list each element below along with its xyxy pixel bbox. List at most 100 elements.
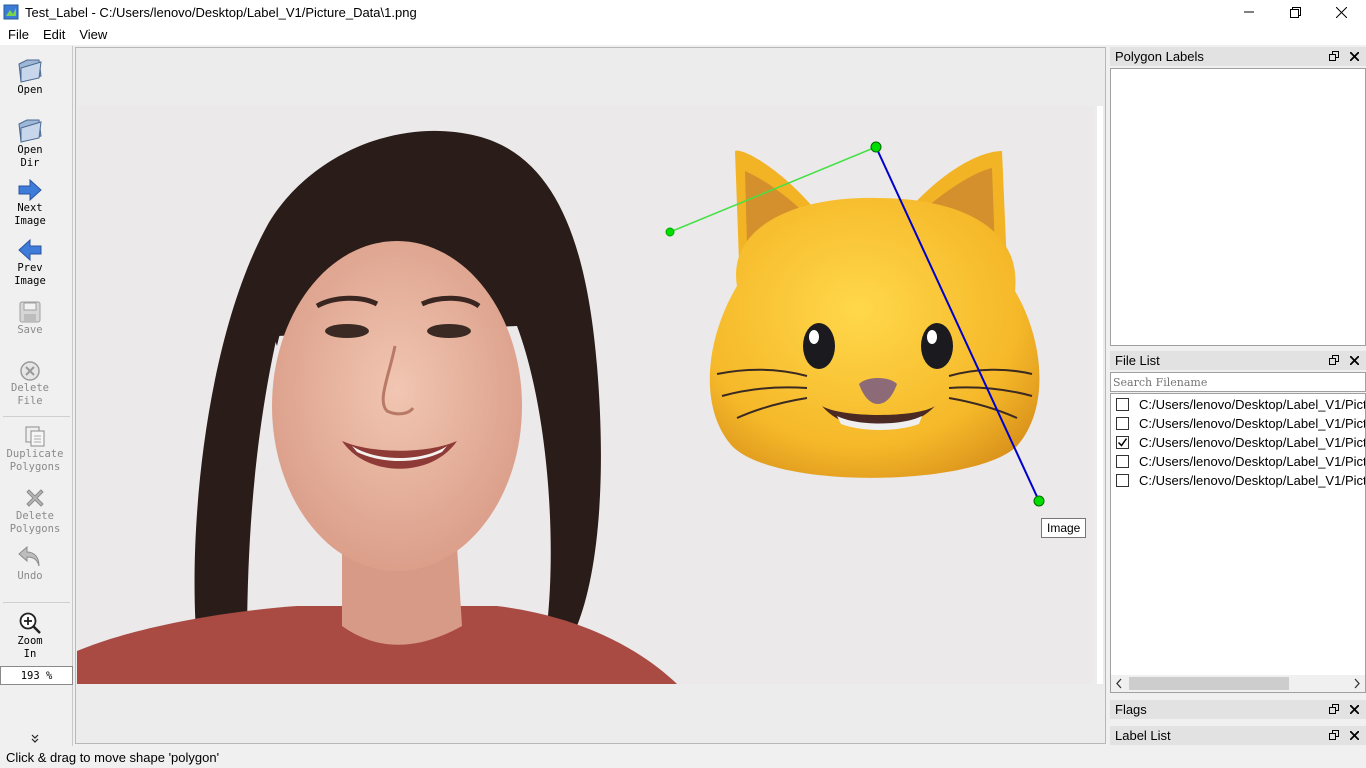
delete-polygons-button[interactable]: Delete Polygons	[5, 486, 65, 536]
toolbar-separator	[3, 602, 70, 603]
next-image-label: Next Image	[14, 202, 46, 227]
open-dir-icon	[18, 119, 42, 143]
label-list-dock-title[interactable]: Label List	[1110, 726, 1366, 745]
save-label: Save	[17, 324, 43, 336]
checkmark-icon	[1117, 438, 1128, 447]
minimize-button[interactable]	[1226, 0, 1272, 24]
delete-file-label: Delete File	[11, 382, 49, 407]
float-dock-button[interactable]	[1328, 728, 1340, 742]
float-dock-button[interactable]	[1328, 702, 1340, 716]
duplicate-polygons-button[interactable]: Duplicate Polygons	[5, 424, 65, 474]
save-button[interactable]: Save	[0, 300, 60, 337]
toolbar-separator	[3, 416, 70, 417]
undo-icon	[18, 545, 40, 567]
zoom-value-field[interactable]: 193 %	[0, 666, 73, 685]
open-button[interactable]: Open	[0, 56, 60, 97]
file-path: C:/Users/lenovo/Desktop/Label_V1/Pictu	[1139, 473, 1365, 488]
polygon-labels-dock-title: Polygon Labels	[1110, 47, 1366, 66]
file-list-item[interactable]: C:/Users/lenovo/Desktop/Label_V1/Pictu	[1111, 471, 1365, 490]
toolbar-extension-button[interactable]	[31, 734, 39, 747]
float-icon	[1329, 51, 1339, 61]
float-icon	[1329, 730, 1339, 740]
menu-bar: File Edit View	[0, 24, 1366, 45]
file-list[interactable]: C:/Users/lenovo/Desktop/Label_V1/Pictu C…	[1110, 393, 1366, 693]
close-dock-button[interactable]	[1348, 728, 1360, 742]
file-list-item[interactable]: C:/Users/lenovo/Desktop/Label_V1/Pictu	[1111, 395, 1365, 414]
polygon-labels-list[interactable]	[1110, 68, 1366, 346]
float-dock-button[interactable]	[1328, 49, 1340, 63]
polygon-overlay[interactable]	[76, 48, 1106, 744]
delete-circle-icon	[20, 361, 40, 381]
close-dock-button[interactable]	[1348, 353, 1360, 367]
menu-view[interactable]: View	[72, 27, 114, 42]
zoom-in-button[interactable]: Zoom In	[0, 611, 60, 661]
scroll-left-icon[interactable]	[1116, 678, 1122, 689]
next-image-button[interactable]: Next Image	[0, 178, 60, 228]
delete-file-button[interactable]: Delete File	[0, 360, 60, 408]
polygon-labels-title: Polygon Labels	[1115, 49, 1204, 64]
duplicate-polygons-label: Duplicate Polygons	[6, 448, 64, 473]
polygon-active-edge	[875, 146, 1040, 502]
file-list-item[interactable]: C:/Users/lenovo/Desktop/Label_V1/Pictu	[1111, 433, 1365, 452]
flags-title: Flags	[1115, 702, 1147, 717]
zoom-in-label: Zoom In	[17, 635, 43, 660]
file-list-dock-title: File List	[1110, 351, 1366, 370]
image-canvas[interactable]	[75, 47, 1106, 744]
file-path: C:/Users/lenovo/Desktop/Label_V1/Pictu	[1139, 435, 1365, 450]
file-list-title: File List	[1115, 353, 1160, 368]
file-list-item[interactable]: C:/Users/lenovo/Desktop/Label_V1/Pictu	[1111, 414, 1365, 433]
canvas-tooltip: Image	[1041, 518, 1087, 538]
file-list-item[interactable]: C:/Users/lenovo/Desktop/Label_V1/Pictu	[1111, 452, 1365, 471]
polygon-vertex[interactable]	[1033, 495, 1045, 507]
status-bar: Click & drag to move shape 'polygon'	[0, 747, 1366, 768]
open-dir-label: Open Dir	[17, 144, 43, 169]
close-dock-button[interactable]	[1348, 702, 1360, 716]
file-path: C:/Users/lenovo/Desktop/Label_V1/Pictu	[1139, 416, 1365, 431]
open-label: Open	[17, 84, 43, 96]
polygon-vertex[interactable]	[665, 227, 675, 237]
prev-image-button[interactable]: Prev Image	[0, 238, 60, 288]
float-dock-button[interactable]	[1328, 353, 1340, 367]
undo-button[interactable]: Undo	[0, 544, 60, 583]
undo-label: Undo	[17, 570, 43, 582]
scrollbar-thumb[interactable]	[1129, 677, 1289, 690]
scroll-right-icon[interactable]	[1354, 678, 1360, 689]
prev-image-label: Prev Image	[14, 262, 46, 287]
arrow-right-icon	[18, 178, 42, 202]
menu-file[interactable]: File	[0, 27, 36, 42]
double-chevron-down-icon	[31, 734, 39, 743]
save-icon	[19, 301, 41, 323]
horizontal-scrollbar[interactable]	[1111, 675, 1365, 692]
float-icon	[1329, 355, 1339, 365]
delete-polygons-label: Delete Polygons	[9, 510, 61, 535]
polygon-vertex[interactable]	[870, 141, 882, 153]
polygon-edge	[669, 146, 877, 233]
window-title: Test_Label - C:/Users/lenovo/Desktop/Lab…	[25, 4, 417, 20]
label-list-title: Label List	[1115, 728, 1171, 743]
duplicate-icon	[25, 426, 45, 447]
file-checkbox[interactable]	[1116, 398, 1129, 411]
delete-x-icon	[26, 489, 44, 507]
zoom-in-icon	[19, 612, 41, 634]
flags-dock-title[interactable]: Flags	[1110, 700, 1366, 719]
close-button[interactable]	[1318, 0, 1364, 24]
file-checkbox[interactable]	[1116, 455, 1129, 468]
file-path: C:/Users/lenovo/Desktop/Label_V1/Pictu	[1139, 454, 1365, 469]
close-dock-button[interactable]	[1348, 49, 1360, 63]
close-icon	[1349, 730, 1359, 740]
menu-edit[interactable]: Edit	[36, 27, 72, 42]
float-icon	[1329, 704, 1339, 714]
title-bar: Test_Label - C:/Users/lenovo/Desktop/Lab…	[0, 0, 1366, 24]
open-folder-icon	[18, 59, 42, 83]
file-checkbox[interactable]	[1116, 474, 1129, 487]
left-toolbar: Open Open Dir Next Image Prev Image Save	[0, 46, 73, 746]
open-dir-button[interactable]: Open Dir	[0, 116, 60, 170]
restore-button[interactable]	[1272, 0, 1318, 24]
close-icon	[1349, 355, 1359, 365]
file-checkbox[interactable]	[1116, 417, 1129, 430]
app-icon	[3, 4, 19, 20]
file-checkbox-checked[interactable]	[1116, 436, 1129, 449]
close-icon	[1349, 704, 1359, 714]
search-filename-input[interactable]	[1110, 372, 1366, 392]
status-text: Click & drag to move shape 'polygon'	[6, 750, 220, 765]
